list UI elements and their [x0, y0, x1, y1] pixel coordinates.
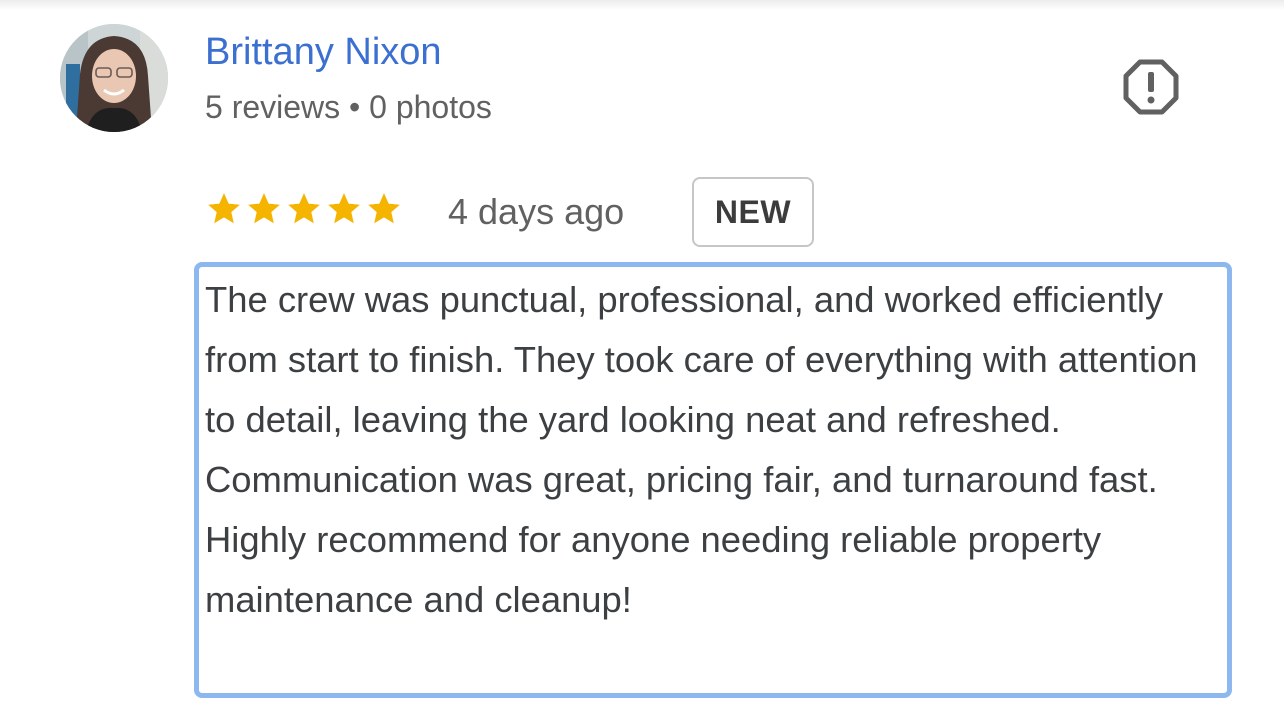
- star-icon: [208, 193, 240, 224]
- new-badge: NEW: [692, 177, 814, 247]
- star-rating: [205, 190, 403, 230]
- top-edge-shadow: [0, 0, 1284, 10]
- star-icon: [368, 193, 400, 224]
- star-icon: [328, 193, 360, 224]
- star-icon: [288, 193, 320, 224]
- avatar-photo-icon: [60, 24, 168, 132]
- reviewer-stats: 5 reviews • 0 photos: [205, 89, 492, 125]
- report-review-button[interactable]: [1122, 58, 1180, 116]
- report-flag-icon: [1123, 59, 1179, 115]
- review-text: The crew was punctual, professional, and…: [205, 279, 1198, 620]
- star-icon: [248, 193, 280, 224]
- review-timestamp: 4 days ago: [448, 191, 625, 232]
- reviewer-avatar[interactable]: [60, 24, 168, 132]
- reviewer-name-link[interactable]: Brittany Nixon: [205, 30, 442, 74]
